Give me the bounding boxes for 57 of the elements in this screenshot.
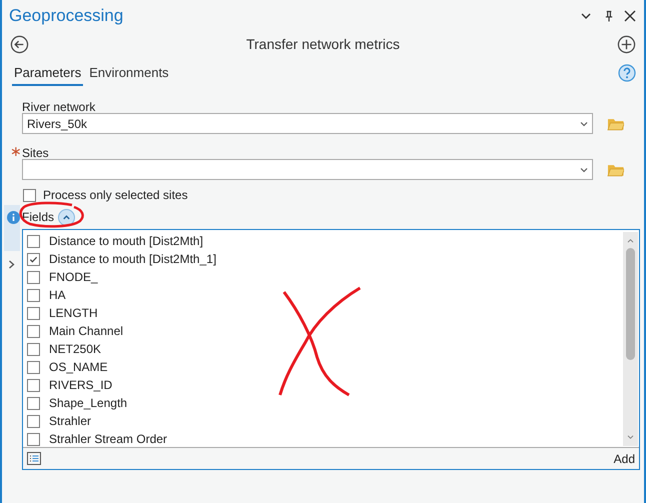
add-icon[interactable] — [617, 34, 636, 54]
dropdown-field[interactable] — [22, 159, 593, 180]
field-label: Sites — [22, 146, 49, 160]
required-marker: ∗ — [10, 142, 22, 161]
field-name: NET250K — [49, 341, 102, 358]
close-icon[interactable] — [624, 10, 636, 22]
field-name: Distance to mouth [Dist2Mth] — [49, 233, 204, 250]
checkbox[interactable] — [27, 288, 40, 302]
field-name: Shape_Length — [49, 395, 128, 412]
pane-title: Geoprocessing — [9, 5, 124, 28]
scroll-up-icon[interactable] — [627, 238, 634, 243]
checkbox[interactable] — [27, 270, 40, 284]
add-button[interactable]: Add — [614, 450, 635, 468]
section-label: Fields — [22, 209, 54, 226]
checkbox[interactable] — [27, 396, 40, 410]
field-label: River network — [22, 100, 96, 114]
field-value: Rivers_50k — [27, 116, 88, 132]
list-icon[interactable] — [27, 452, 41, 465]
tab[interactable]: Environments — [87, 62, 171, 86]
checkbox-label: Process only selected sites — [43, 187, 188, 204]
field-name: RIVERS_ID — [49, 377, 112, 394]
collapse-button[interactable] — [58, 208, 76, 226]
field-name: Strahler Stream Order — [49, 431, 168, 448]
caret-icon — [580, 120, 588, 128]
checkbox[interactable] — [27, 234, 40, 248]
checkbox[interactable] — [27, 252, 40, 266]
checkbox[interactable] — [27, 432, 40, 446]
caret-icon — [62, 212, 72, 222]
caret-icon — [580, 166, 588, 174]
field-name: OS_NAME — [49, 359, 108, 376]
pin-icon[interactable] — [604, 10, 614, 22]
scroll-thumb[interactable] — [626, 248, 635, 360]
folder-icon[interactable] — [606, 162, 624, 176]
field-name: FNODE_ — [49, 269, 98, 286]
expand-icon[interactable] — [8, 260, 15, 269]
check-icon — [29, 254, 38, 264]
info-icon — [7, 211, 20, 224]
tool-title: Transfer network metrics — [245, 34, 401, 54]
scroll-down-icon[interactable] — [627, 435, 634, 440]
field-name: HA — [49, 287, 66, 304]
checkbox[interactable] — [23, 188, 36, 202]
checkbox[interactable] — [27, 414, 40, 428]
field-name: Distance to mouth [Dist2Mth_1] — [49, 251, 216, 268]
checkbox[interactable] — [27, 378, 40, 392]
field-name: Main Channel — [49, 323, 124, 340]
back-icon[interactable] — [10, 34, 29, 54]
field-name: Strahler — [49, 413, 92, 430]
checkbox[interactable] — [27, 360, 40, 374]
tab[interactable]: Parameters — [12, 62, 84, 86]
dropdown-field[interactable]: Rivers_50k — [22, 113, 593, 134]
field-name: LENGTH — [49, 305, 98, 322]
folder-icon[interactable] — [606, 116, 624, 130]
scrollbar[interactable] — [623, 232, 638, 446]
checkbox[interactable] — [27, 306, 40, 320]
checkbox[interactable] — [27, 342, 40, 356]
checkbox[interactable] — [27, 324, 40, 338]
help-icon[interactable] — [618, 64, 636, 82]
